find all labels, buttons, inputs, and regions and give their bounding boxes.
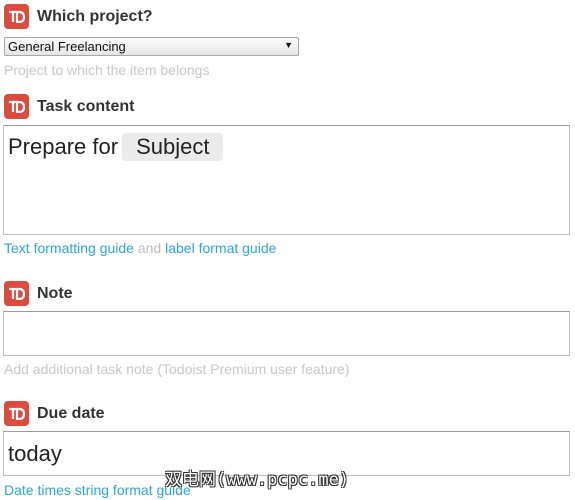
due-title: Due date [37,404,105,422]
note-section-header: Note [4,281,73,306]
project-select[interactable]: General Freelancing ▼ [4,37,299,56]
subject-chip[interactable]: Subject [122,133,224,161]
task-text: Prepare for [8,134,119,159]
date-format-guide-link[interactable]: Date times string format guide [4,482,191,498]
due-section-header: Due date [4,401,105,426]
watermark: 双电网(www.pcpc.me) [165,470,350,490]
dropdown-arrow-icon: ▼ [284,40,293,50]
todoist-icon [4,94,29,119]
and-text: and [137,240,162,256]
project-select-value: General Freelancing [8,39,126,54]
note-input[interactable] [3,311,570,356]
note-title: Note [37,284,73,302]
label-format-guide-link[interactable]: label format guide [165,240,276,256]
task-content-input[interactable]: Prepare for Subject [3,125,570,235]
task-helper: Text formatting guide and label format g… [4,240,276,256]
task-title: Task content [37,97,135,115]
project-helper: Project to which the item belongs [4,62,210,78]
task-section-header: Task content [4,94,135,119]
todoist-icon [4,401,29,426]
task-content-value: Prepare for Subject [8,133,224,161]
project-title: Which project? [37,7,153,25]
todoist-icon [4,281,29,306]
due-date-value: today [8,441,62,466]
text-formatting-guide-link[interactable]: Text formatting guide [4,240,134,256]
todoist-icon [4,4,29,29]
note-helper: Add additional task note (Todoist Premiu… [4,361,350,377]
project-section-header: Which project? [4,4,153,29]
